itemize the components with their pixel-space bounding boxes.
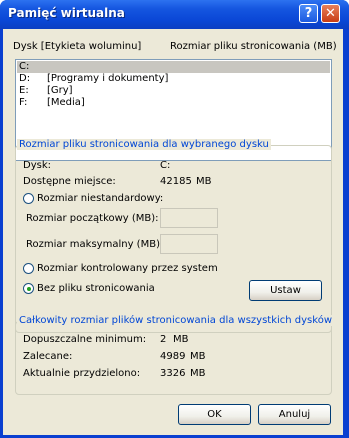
help-button[interactable]: ? xyxy=(299,4,318,23)
drive-letter: F: xyxy=(19,97,28,108)
recommended-unit: MB xyxy=(190,351,206,362)
custom-size-radio[interactable] xyxy=(23,193,34,204)
drive-letter: D: xyxy=(19,73,31,84)
max-size-input[interactable] xyxy=(160,234,218,254)
drive-field-label: Dysk: xyxy=(23,160,51,171)
system-managed-label[interactable]: Rozmiar kontrolowany przez system xyxy=(37,263,218,274)
totals-group-title: Całkowity rozmiar plików stronicowania d… xyxy=(17,315,335,326)
column-header-drive: Dysk [Etykieta woluminu] xyxy=(13,41,142,52)
drive-label: [Media] xyxy=(47,97,85,108)
title-bar[interactable]: Pamięć wirtualna ? ✕ xyxy=(0,0,349,29)
custom-size-label[interactable]: Rozmiar niestandardowy: xyxy=(37,193,163,204)
set-button[interactable]: Ustaw xyxy=(249,280,322,301)
help-icon: ? xyxy=(304,6,313,21)
dialog-body: Dysk [Etykieta woluminu] Rozmiar pliku s… xyxy=(3,29,343,435)
minimum-value: 2 xyxy=(160,334,167,345)
no-paging-radio[interactable] xyxy=(23,283,34,294)
list-item[interactable]: F: [Media] xyxy=(17,97,330,109)
minimum-label: Dopuszczalne minimum: xyxy=(23,334,147,345)
list-item[interactable]: D: [Programy i dokumenty] xyxy=(17,73,330,85)
drive-field-value: C: xyxy=(160,160,171,171)
selected-drive-group-title: Rozmiar pliku stronicowania dla wybraneg… xyxy=(17,139,271,150)
max-size-label: Rozmiar maksymalny (MB): xyxy=(26,239,164,250)
drive-label: [Gry] xyxy=(47,85,73,96)
column-header-size: Rozmiar pliku stronicowania (MB) xyxy=(170,41,337,52)
recommended-label: Zalecane: xyxy=(23,351,73,362)
minimum-unit: MB xyxy=(173,334,189,345)
allocated-value: 3326 xyxy=(160,368,186,379)
initial-size-label: Rozmiar początkowy (MB): xyxy=(26,213,159,224)
list-item[interactable]: E: [Gry] xyxy=(17,85,330,97)
drive-label: [Programy i dokumenty] xyxy=(47,73,169,84)
drive-letter: E: xyxy=(19,85,29,96)
allocated-label: Aktualnie przydzielono: xyxy=(23,368,141,379)
list-item[interactable]: C: xyxy=(17,61,330,73)
no-paging-label[interactable]: Bez pliku stronicowania xyxy=(37,283,155,294)
free-space-unit: MB xyxy=(196,176,212,187)
initial-size-input[interactable] xyxy=(160,208,218,228)
close-button[interactable]: ✕ xyxy=(321,4,340,23)
system-managed-radio[interactable] xyxy=(23,263,34,274)
close-icon: ✕ xyxy=(325,6,336,21)
window-title: Pamięć wirtualna xyxy=(8,6,125,20)
free-space-label: Dostępne miejsce: xyxy=(23,176,116,187)
cancel-button[interactable]: Anuluj xyxy=(258,404,331,425)
allocated-unit: MB xyxy=(190,368,206,379)
free-space-value: 42185 xyxy=(160,176,192,187)
ok-button[interactable]: OK xyxy=(178,404,251,425)
drive-letter: C: xyxy=(19,61,30,72)
dialog-window: Pamięć wirtualna ? ✕ Dysk [Etykieta wolu… xyxy=(0,0,349,438)
recommended-value: 4989 xyxy=(160,351,186,362)
